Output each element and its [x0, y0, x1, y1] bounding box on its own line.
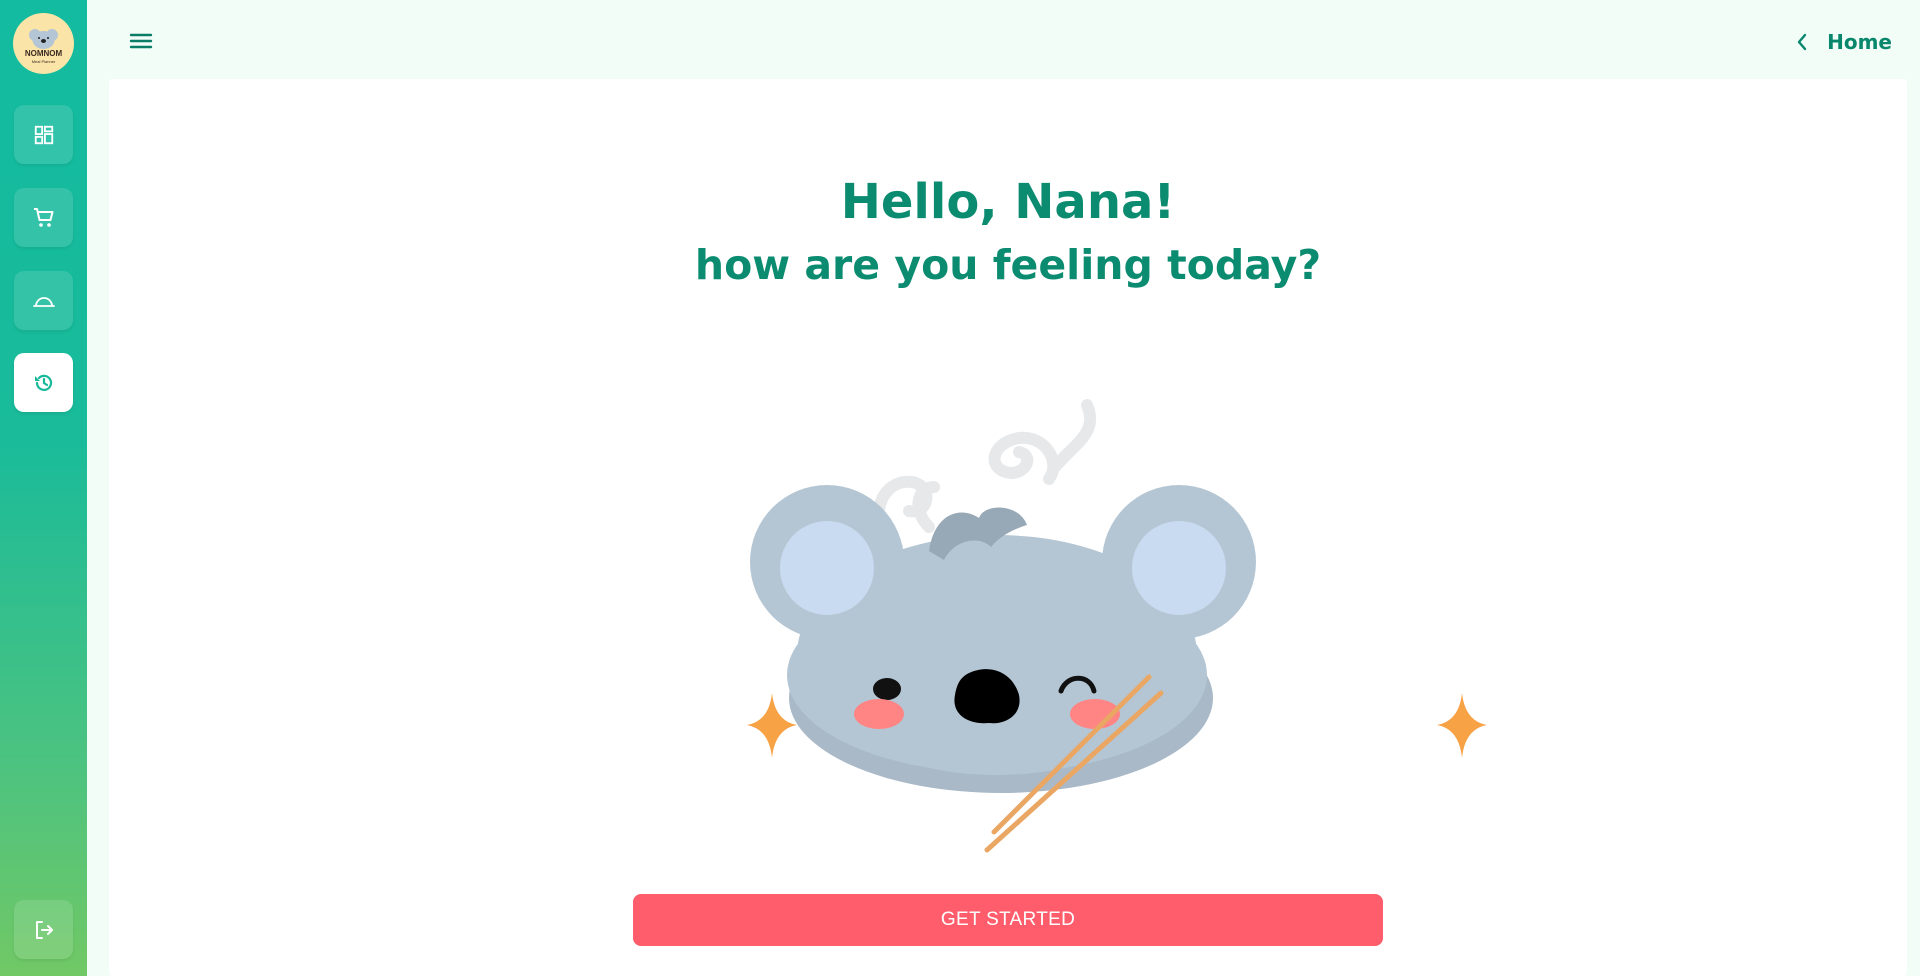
greeting-subtitle: how are you feeling today? — [694, 241, 1322, 289]
sidebar: NOMNOM Meal Planner — [0, 0, 87, 976]
sparkle-right-icon — [1437, 693, 1487, 758]
cart-icon — [33, 207, 53, 227]
app-logo[interactable]: NOMNOM Meal Planner — [13, 13, 74, 74]
sidebar-item-meals[interactable] — [14, 271, 73, 330]
menu-button[interactable] — [127, 27, 155, 55]
hamburger-menu-icon — [129, 33, 153, 49]
get-started-button[interactable]: GET STARTED — [633, 894, 1383, 946]
logo-text: NOMNOM — [24, 49, 63, 58]
dashboard-icon — [34, 125, 53, 144]
logo-subtext: Meal Planner — [31, 59, 56, 64]
history-icon — [34, 374, 52, 391]
koala-dumpling-illustration — [747, 399, 1487, 853]
logout-icon — [35, 920, 53, 939]
food-cloche-icon — [32, 296, 55, 307]
topbar: Home — [87, 0, 1920, 78]
home-link-label: Home — [1827, 30, 1892, 54]
sidebar-item-dashboard[interactable] — [14, 105, 73, 164]
sidebar-item-history[interactable] — [14, 353, 73, 412]
sidebar-item-cart[interactable] — [14, 188, 73, 247]
koala-logo-icon — [29, 29, 58, 49]
sidebar-item-logout[interactable] — [14, 900, 73, 959]
greeting-title: Hello, Nana! — [840, 174, 1176, 230]
main-card: Hello, Nana! how are you feeling today? — [109, 79, 1907, 976]
chevron-left-icon — [1797, 33, 1807, 51]
home-back-link[interactable]: Home — [1795, 28, 1892, 56]
